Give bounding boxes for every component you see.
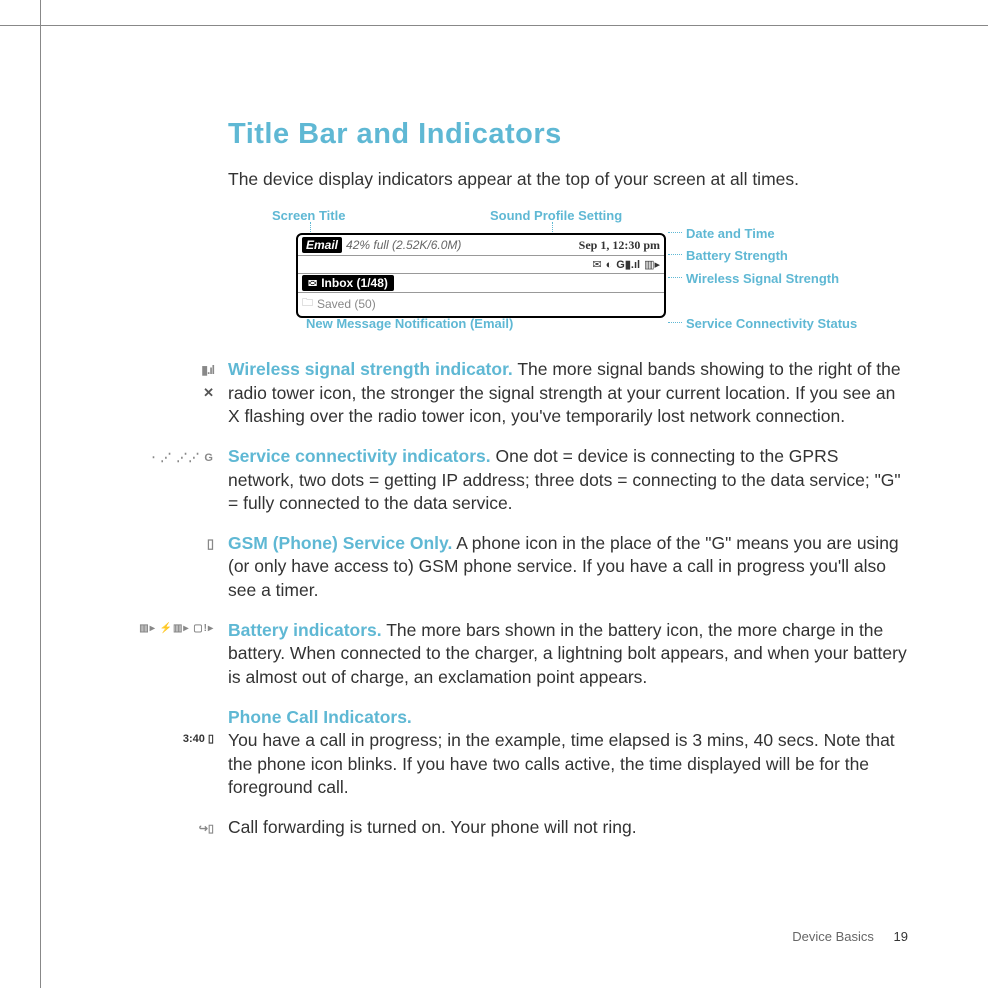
call-timer-icon: 3:40 ▯ [130, 706, 228, 801]
g-icon: G▮.ıl [616, 258, 640, 271]
desc: You have a call in progress; in the exam… [228, 730, 895, 797]
bar-storage: 42% full (2.52K/6.0M) [346, 238, 461, 252]
folder-icon: 🗀 [302, 294, 313, 313]
lead: Service connectivity indicators. [228, 446, 491, 466]
page-content: Title Bar and Indicators The device disp… [228, 118, 908, 856]
intro-text: The device display indicators appear at … [228, 169, 908, 190]
battery-icon: ▥▸ [644, 258, 660, 271]
label-battery: Battery Strength [686, 248, 788, 263]
lead: GSM (Phone) Service Only. [228, 533, 452, 553]
item-wireless: Wireless signal strength indicator. The … [228, 358, 908, 429]
page-title: Title Bar and Indicators [228, 118, 908, 151]
phone-icon [130, 532, 228, 603]
item-connectivity: Service connectivity indicators. One dot… [228, 445, 908, 516]
title-bar-diagram: Screen Title Sound Profile Setting Date … [262, 208, 908, 348]
bar-saved: Saved (50) [317, 297, 376, 311]
lead: Phone Call Indicators. [228, 706, 908, 730]
label-wireless: Wireless Signal Strength [686, 271, 839, 286]
item-forward: Call forwarding is turned on. Your phone… [228, 816, 908, 840]
item-gsm: GSM (Phone) Service Only. A phone icon i… [228, 532, 908, 603]
label-screen-title: Screen Title [272, 208, 345, 223]
bar-inbox: ✉Inbox (1/48) [302, 275, 394, 291]
bar-date: Sep 1, 12:30 pm [579, 238, 660, 253]
sound-icon: ◐ [606, 259, 613, 271]
label-sound-profile: Sound Profile Setting [490, 208, 622, 223]
item-battery: ▥▸ ⚡▥▸ ▢!▸ Battery indicators. The more … [228, 619, 908, 690]
desc: Call forwarding is turned on. Your phone… [228, 817, 637, 837]
label-new-msg: New Message Notification (Email) [306, 316, 513, 331]
page-footer: Device Basics 19 [792, 929, 908, 944]
connectivity-icon [130, 445, 228, 516]
label-date-time: Date and Time [686, 226, 775, 241]
indicator-list: Wireless signal strength indicator. The … [228, 358, 908, 840]
item-call: 3:40 ▯ Phone Call Indicators. You have a… [228, 706, 908, 801]
title-bar-screenshot: Email 42% full (2.52K/6.0M) Sep 1, 12:30… [296, 233, 666, 318]
label-service: Service Connectivity Status [686, 316, 857, 331]
envelope-icon: ✉ [592, 258, 601, 271]
lead: Wireless signal strength indicator. [228, 359, 513, 379]
lead: Battery indicators. [228, 620, 382, 640]
footer-section: Device Basics [792, 929, 874, 944]
signal-strength-icon [130, 358, 228, 429]
bar-email-tag: Email [302, 237, 342, 253]
page-number: 19 [894, 929, 908, 944]
battery-icons: ▥▸ ⚡▥▸ ▢!▸ [130, 619, 228, 690]
call-forward-icon [130, 816, 228, 840]
